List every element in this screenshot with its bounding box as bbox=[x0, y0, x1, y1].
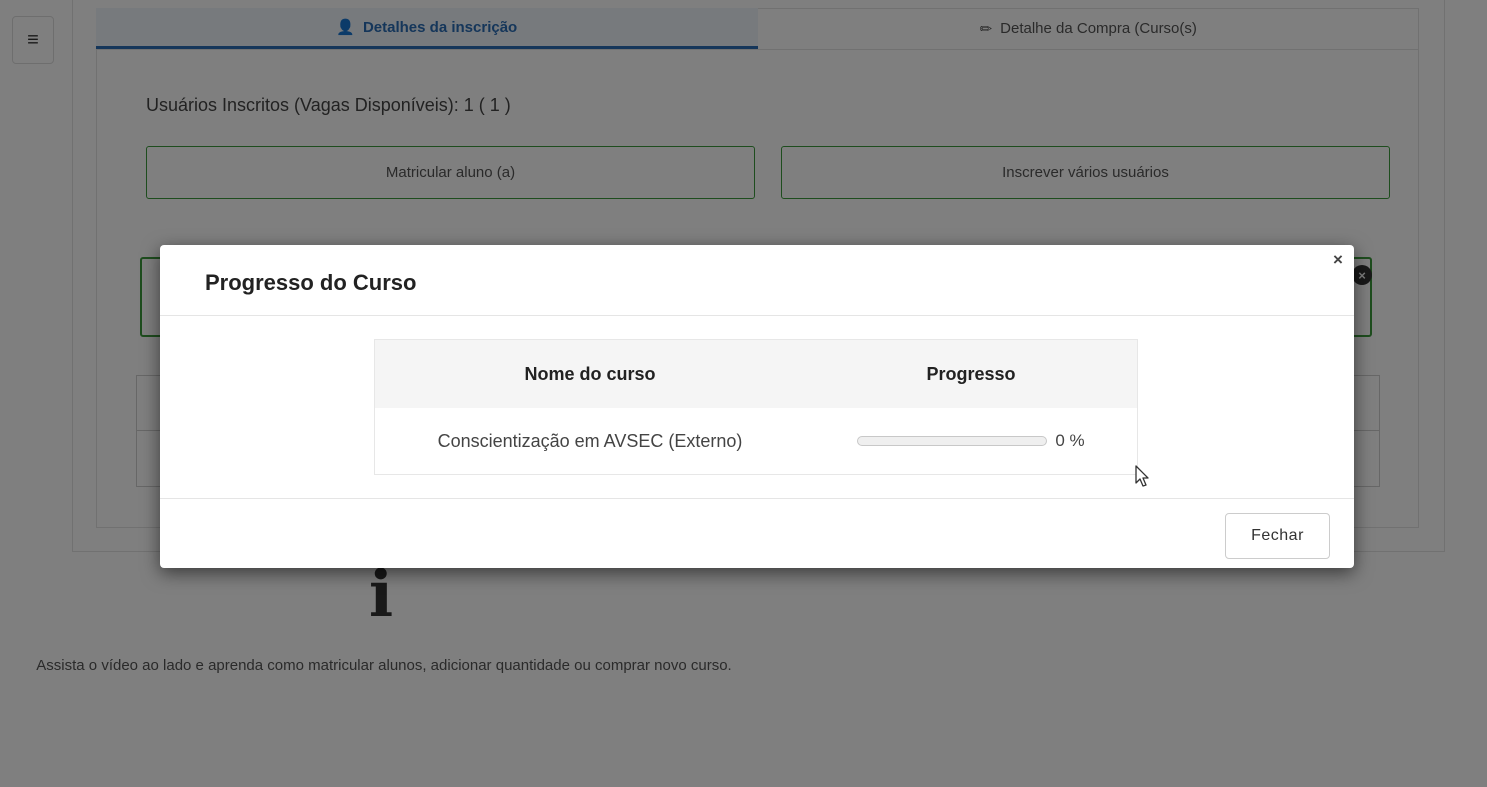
modal-title: Progresso do Curso bbox=[205, 270, 417, 295]
column-header-progress: Progresso bbox=[926, 363, 1016, 384]
column-header-course-name: Nome do curso bbox=[524, 363, 656, 384]
progress-cell: 0 % bbox=[805, 431, 1137, 451]
close-modal-button[interactable]: Fechar bbox=[1225, 513, 1330, 559]
modal-close-button[interactable]: × bbox=[1330, 251, 1346, 269]
course-progress-modal: × Progresso do Curso Nome do curso Progr… bbox=[160, 245, 1354, 568]
divider bbox=[160, 498, 1354, 499]
mouse-cursor-icon bbox=[1135, 465, 1149, 487]
table-row: Conscientização em AVSEC (Externo) 0 % bbox=[375, 408, 1137, 474]
progress-percentage: 0 % bbox=[1055, 431, 1085, 450]
table-header: Nome do curso Progresso bbox=[375, 340, 1137, 408]
course-name-cell: Conscientização em AVSEC (Externo) bbox=[437, 430, 743, 451]
progress-bar bbox=[857, 436, 1048, 446]
course-progress-table: Nome do curso Progresso Conscientização … bbox=[374, 339, 1138, 475]
divider bbox=[160, 315, 1354, 316]
